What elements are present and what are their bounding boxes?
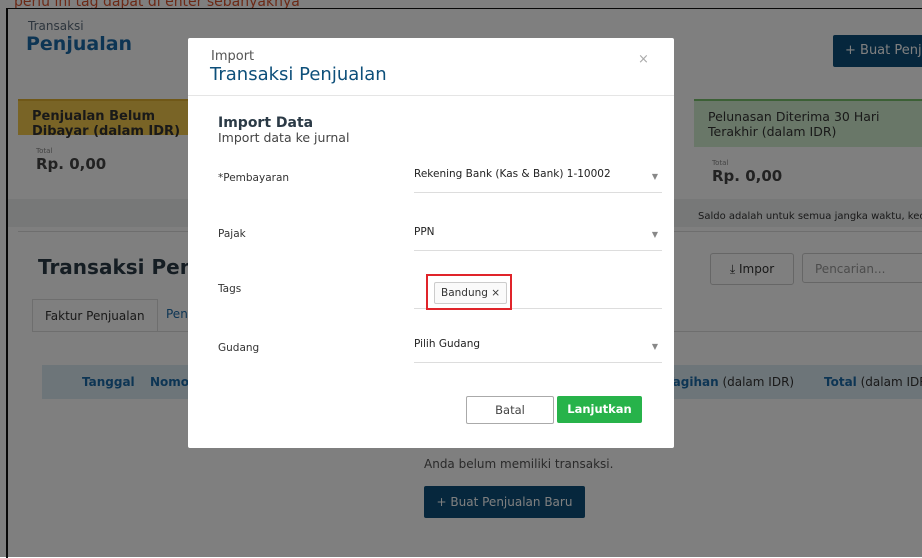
continue-button[interactable]: Lanjutkan xyxy=(557,396,642,423)
import-modal: Import Transaksi Penjualan × Import Data… xyxy=(188,38,674,448)
modal-subtitle: Import xyxy=(211,49,255,64)
tag-chip[interactable]: Bandung × xyxy=(434,282,508,304)
tax-value: PPN xyxy=(414,226,435,238)
payment-value: Rekening Bank (Kas & Bank) 1-10002 xyxy=(414,168,611,180)
chevron-down-icon: ▼ xyxy=(651,172,658,181)
tax-label: Pajak xyxy=(218,228,246,240)
modal-header: Import Transaksi Penjualan × xyxy=(188,38,674,96)
payment-select[interactable]: Rekening Bank (Kas & Bank) 1-10002 ▼ xyxy=(414,166,662,193)
tag-chip-label: Bandung xyxy=(441,287,488,299)
chevron-down-icon: ▼ xyxy=(651,342,658,351)
tax-select[interactable]: PPN ▼ xyxy=(414,224,662,251)
close-icon[interactable]: × xyxy=(638,52,649,67)
tag-highlight-box: Bandung × xyxy=(426,274,512,310)
warehouse-select[interactable]: Pilih Gudang ▼ xyxy=(414,336,662,363)
warehouse-value: Pilih Gudang xyxy=(414,338,481,350)
remove-tag-icon[interactable]: × xyxy=(491,287,500,299)
section-title: Import Data xyxy=(218,115,314,131)
payment-label: *Pembayaran xyxy=(218,172,290,184)
tags-label: Tags xyxy=(218,283,242,295)
modal-title: Transaksi Penjualan xyxy=(210,64,387,85)
chevron-down-icon: ▼ xyxy=(651,230,658,239)
cancel-button[interactable]: Batal xyxy=(466,396,554,424)
warehouse-label: Gudang xyxy=(218,342,260,354)
section-subtitle: Import data ke jurnal xyxy=(218,130,350,145)
